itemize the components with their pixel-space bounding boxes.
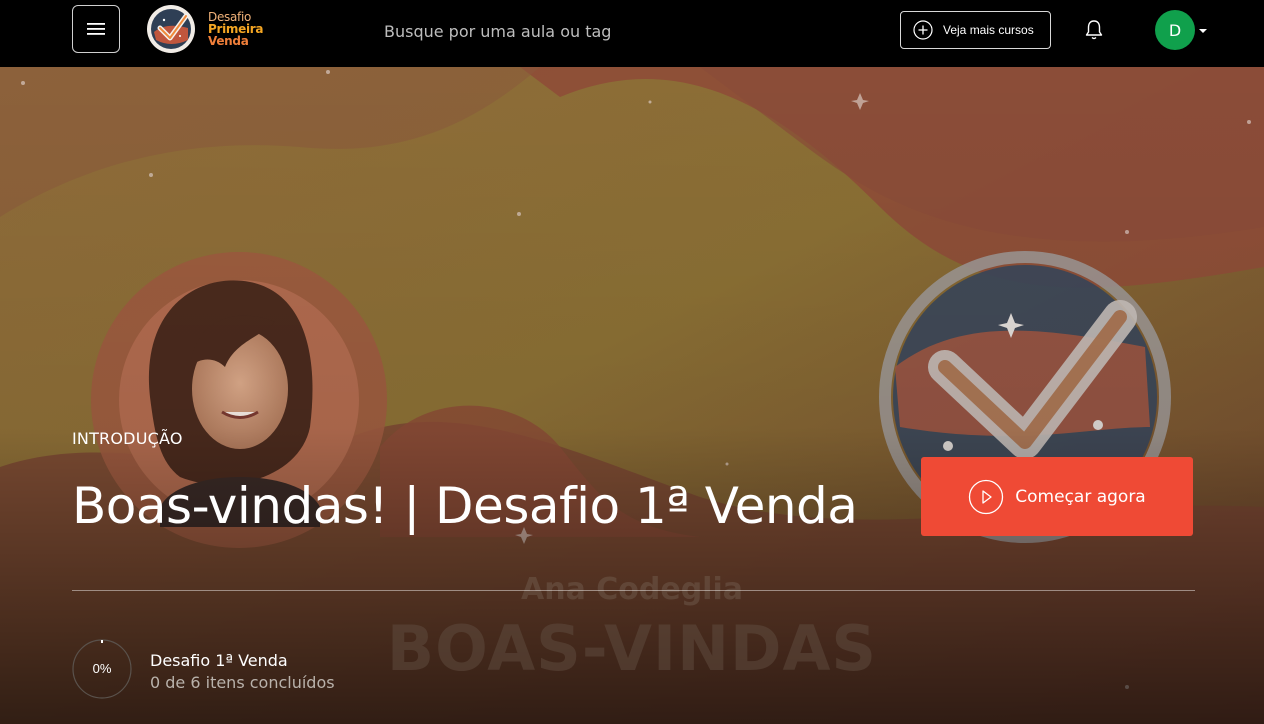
top-bar: Desafio Primeira Venda Veja mais cursos …	[0, 0, 1264, 67]
bell-icon[interactable]	[1084, 19, 1104, 41]
start-now-button[interactable]: Começar agora	[921, 457, 1193, 536]
completed-count: 0 de 6 itens concluídos	[150, 673, 335, 692]
course-hero: Ana Codeglia BOAS-VINDAS INTRODUÇÃO Boas…	[0, 67, 1264, 724]
brand-logo[interactable]: Desafio Primeira Venda	[146, 3, 264, 55]
play-circle-icon	[969, 479, 1004, 514]
lesson-title: Boas-vindas! | Desafio 1ª Venda	[72, 477, 858, 535]
chevron-down-icon[interactable]	[1199, 29, 1207, 33]
menu-button[interactable]	[72, 5, 120, 53]
divider	[72, 590, 1195, 591]
user-avatar[interactable]: D	[1155, 10, 1195, 50]
logo-check-badge-icon	[147, 5, 195, 53]
more-courses-button[interactable]: Veja mais cursos	[900, 11, 1051, 49]
plus-circle-icon	[913, 20, 933, 40]
search-input[interactable]	[384, 19, 744, 43]
course-title[interactable]: Desafio 1ª Venda	[150, 651, 288, 670]
progress-percent: 0%	[92, 661, 112, 676]
module-label: INTRODUÇÃO	[72, 429, 183, 448]
hamburger-icon	[87, 23, 105, 35]
start-now-label: Começar agora	[1015, 486, 1146, 507]
logo-text: Desafio Primeira Venda	[208, 11, 264, 48]
logo-line-3: Venda	[208, 34, 249, 48]
more-courses-label: Veja mais cursos	[943, 23, 1034, 37]
